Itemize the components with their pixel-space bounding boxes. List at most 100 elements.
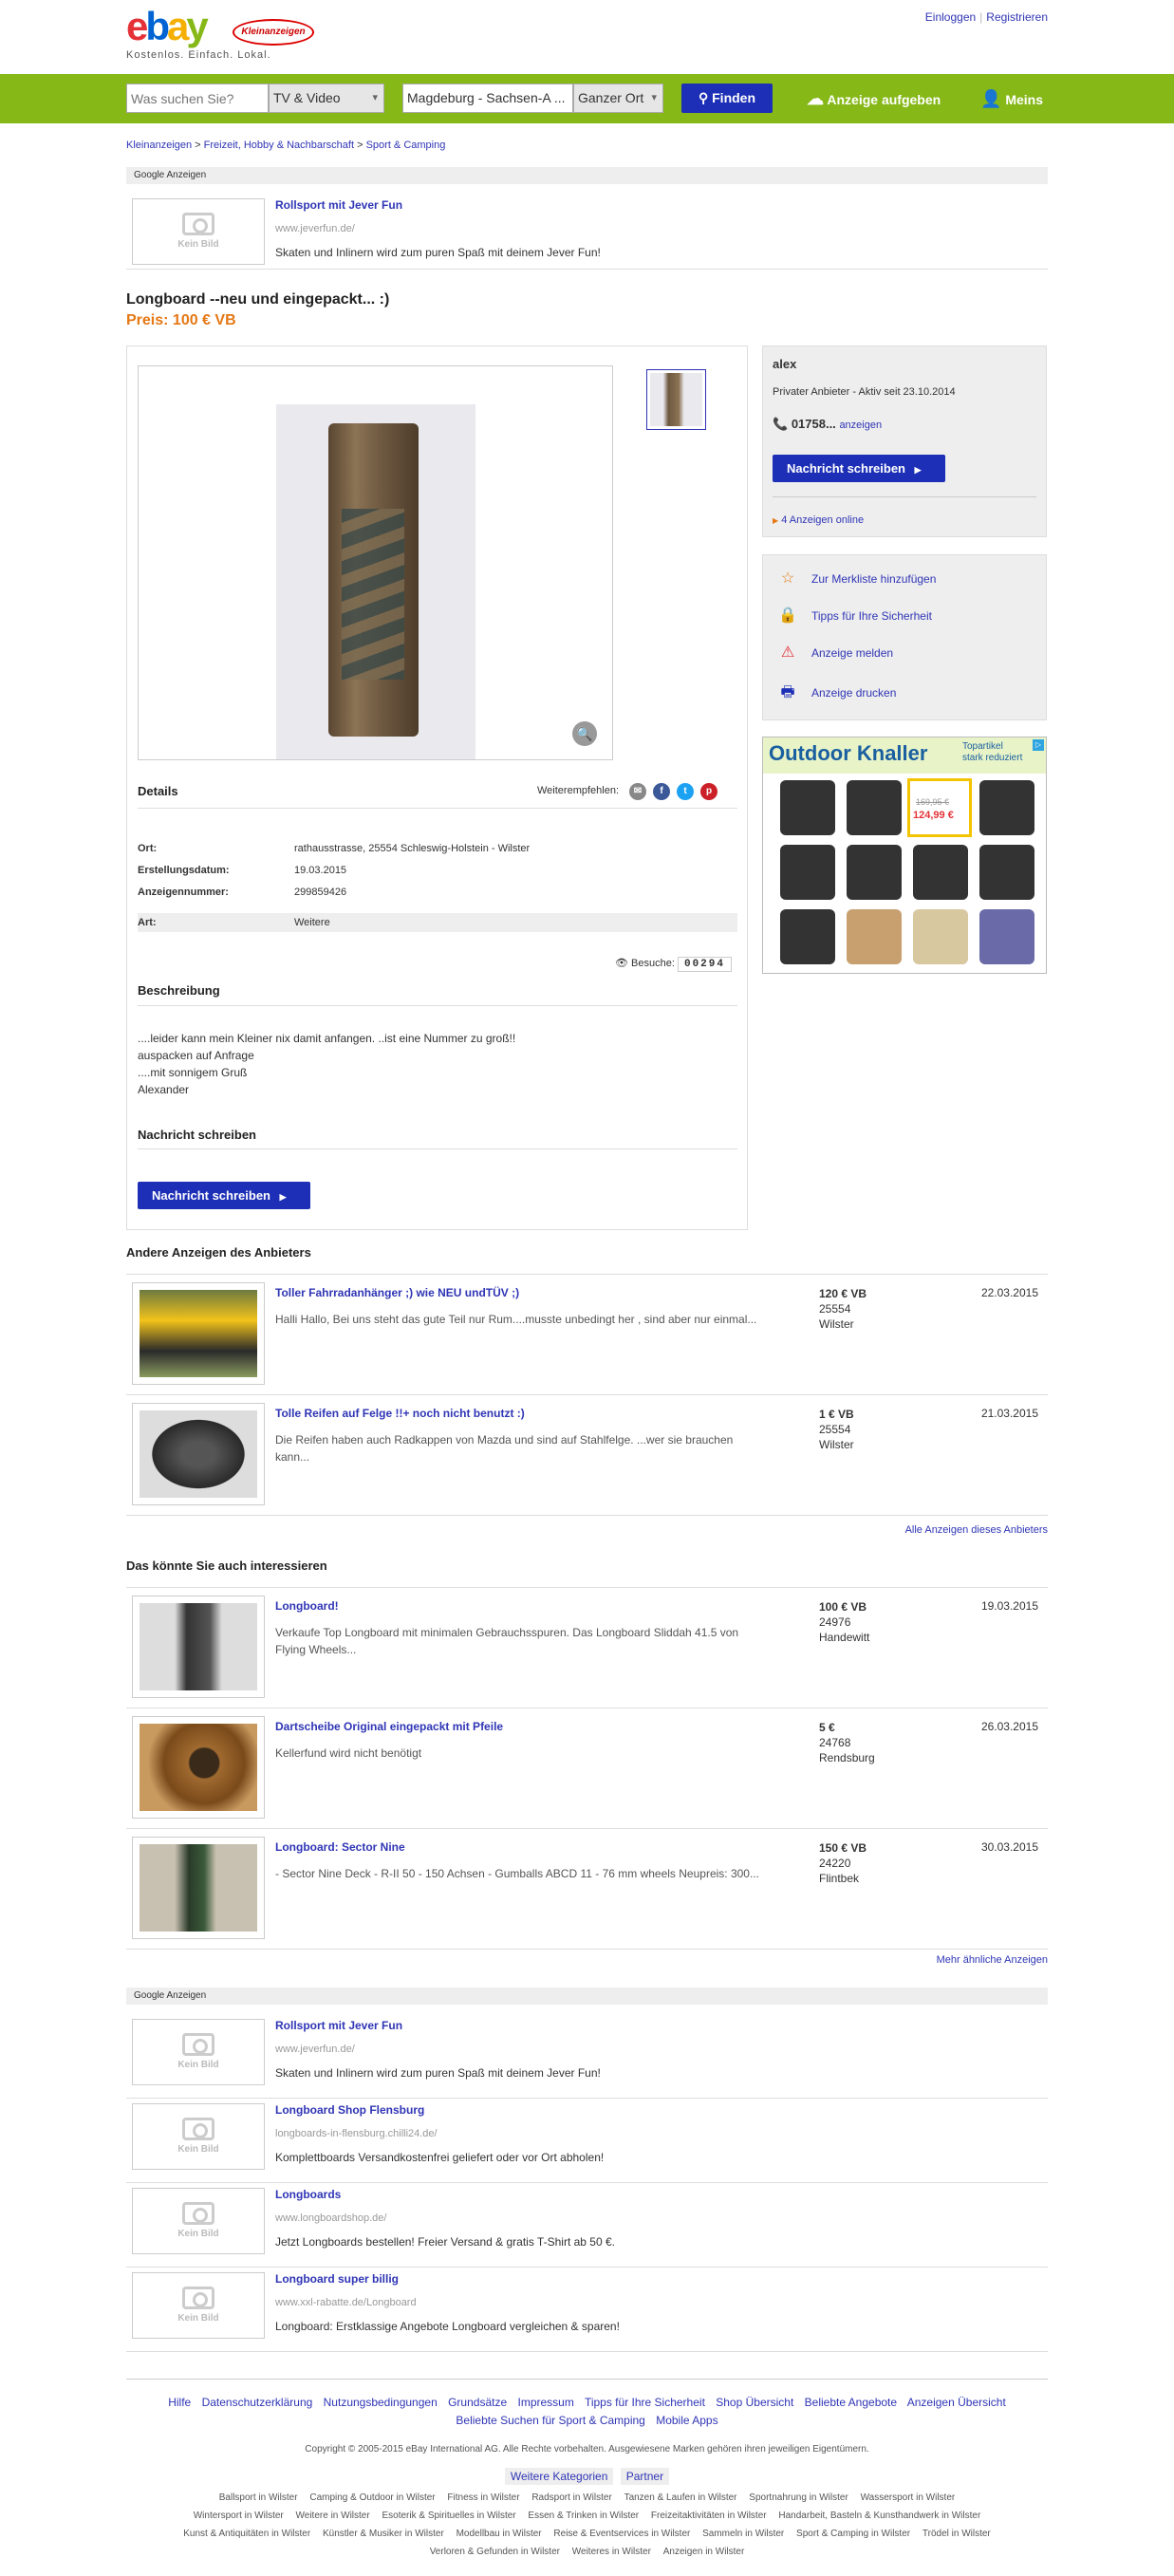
seller-message-button[interactable]: Nachricht schreiben ▶ <box>773 455 945 482</box>
ad-row[interactable]: Kein Bild Longboards www.longboardshop.d… <box>126 2184 1048 2268</box>
footer-link[interactable]: Impressum <box>517 2396 573 2409</box>
category-link[interactable]: Fitness in Wilster <box>447 2492 519 2503</box>
product-image[interactable] <box>979 845 1034 900</box>
breadcrumb-item[interactable]: Kleinanzeigen <box>126 140 192 151</box>
category-link[interactable]: Modellbau in Wilster <box>457 2529 542 2539</box>
print-ad-link[interactable]: 🖶 Anzeige drucken <box>777 681 896 707</box>
list-title[interactable]: Longboard: Sector Nine <box>275 1840 405 1854</box>
breadcrumb-item[interactable]: Freizeit, Hobby & Nachbarschaft <box>204 140 354 151</box>
category-link[interactable]: Verloren & Gefunden in Wilster <box>430 2547 560 2557</box>
radius-select[interactable]: Ganzer Ort <box>573 84 663 113</box>
category-link[interactable]: Wintersport in Wilster <box>194 2511 284 2521</box>
featured-product[interactable]: 169,95 € 124,99 € <box>907 778 972 837</box>
facebook-icon[interactable]: f <box>653 783 670 800</box>
category-link[interactable]: Kunst & Antiquitäten in Wilster <box>183 2529 310 2539</box>
product-image[interactable] <box>913 845 968 900</box>
category-link[interactable]: Trödel in Wilster <box>922 2529 991 2539</box>
category-link[interactable]: Wassersport in Wilster <box>861 2492 956 2503</box>
footer-link[interactable]: Beliebte Angebote <box>805 2396 897 2409</box>
list-item[interactable]: Tolle Reifen auf Felge !!+ noch nicht be… <box>126 1395 1048 1516</box>
category-link[interactable]: Esoterik & Spirituelles in Wilster <box>382 2511 515 2521</box>
ad-title[interactable]: Longboards <box>275 2188 341 2201</box>
watchlist-link[interactable]: ☆ Zur Merkliste hinzufügen <box>777 569 937 588</box>
more-similar-link[interactable]: Mehr ähnliche Anzeigen <box>937 1954 1048 1966</box>
find-button[interactable]: ⚲ Finden <box>681 84 773 113</box>
footer-link[interactable]: Nutzungsbedingungen <box>324 2396 438 2409</box>
all-seller-ads-link[interactable]: Alle Anzeigen dieses Anbieters <box>905 1524 1048 1536</box>
category-link[interactable]: Anzeigen in Wilster <box>663 2547 745 2557</box>
category-link[interactable]: Weitere in Wilster <box>296 2511 370 2521</box>
category-link[interactable]: Handarbeit, Basteln & Kunsthandwerk in W… <box>778 2511 980 2521</box>
category-link[interactable]: Sammeln in Wilster <box>702 2529 784 2539</box>
list-title[interactable]: Tolle Reifen auf Felge !!+ noch nicht be… <box>275 1407 525 1420</box>
footer-link[interactable]: Anzeigen Übersicht <box>907 2396 1006 2409</box>
product-image[interactable] <box>913 909 968 964</box>
report-ad-link[interactable]: ⚠ Anzeige melden <box>777 643 893 662</box>
category-select[interactable]: TV & Video <box>269 84 384 113</box>
product-image[interactable] <box>979 780 1034 835</box>
ad-title[interactable]: Rollsport mit Jever Fun <box>275 198 402 212</box>
email-share-icon[interactable]: ✉ <box>629 783 646 800</box>
adchoices-icon[interactable]: ▷ <box>1033 739 1044 751</box>
footer-link[interactable]: Shop Übersicht <box>716 2396 793 2409</box>
breadcrumb-item[interactable]: Sport & Camping <box>366 140 446 151</box>
location-input[interactable]: Magdeburg - Sachsen-A ... <box>402 84 573 113</box>
ad-row[interactable]: Kein Bild Longboard super billig www.xxl… <box>126 2268 1048 2352</box>
footer-link[interactable]: Mobile Apps <box>656 2414 717 2427</box>
image-gallery[interactable]: 🔍 <box>138 365 613 760</box>
tab-partner[interactable]: Partner <box>620 2468 670 2485</box>
category-link[interactable]: Ballsport in Wilster <box>219 2492 298 2503</box>
login-link[interactable]: Einloggen <box>925 10 976 24</box>
message-button[interactable]: Nachricht schreiben ▶ <box>138 1182 310 1209</box>
thumbnail[interactable] <box>646 369 706 430</box>
ad-row[interactable]: Kein Bild Rollsport mit Jever Fun www.je… <box>126 2015 1048 2099</box>
category-link[interactable]: Freizeitaktivitäten in Wilster <box>651 2511 767 2521</box>
footer-link[interactable]: Datenschutzerklärung <box>202 2396 313 2409</box>
list-item[interactable]: Longboard! Verkaufe Top Longboard mit mi… <box>126 1588 1048 1708</box>
ad-title[interactable]: Longboard super billig <box>275 2272 399 2286</box>
ebay-logo[interactable]: ebay Kleinanzeigen <box>126 7 326 50</box>
list-title[interactable]: Toller Fahrradanhänger ;) wie NEU undTÜV… <box>275 1286 519 1299</box>
product-image[interactable] <box>780 780 835 835</box>
list-item[interactable]: Longboard: Sector Nine - Sector Nine Dec… <box>126 1829 1048 1950</box>
category-link[interactable]: Künstler & Musiker in Wilster <box>323 2529 444 2539</box>
category-link[interactable]: Radsport in Wilster <box>531 2492 611 2503</box>
category-link[interactable]: Sportnahrung in Wilster <box>749 2492 848 2503</box>
ad-title[interactable]: Longboard Shop Flensburg <box>275 2103 424 2117</box>
safety-tips-link[interactable]: 🔒 Tipps für Ihre Sicherheit <box>777 606 932 625</box>
post-ad-button[interactable]: ☁ Anzeige aufgeben <box>807 74 941 123</box>
ad-banner[interactable]: Outdoor Knaller Topartikel stark reduzier… <box>762 737 1047 974</box>
category-link[interactable]: Sport & Camping in Wilster <box>796 2529 910 2539</box>
search-input[interactable] <box>126 84 269 113</box>
ads-online-link[interactable]: ▶ 4 Anzeigen online <box>773 514 864 526</box>
list-title[interactable]: Dartscheibe Original eingepackt mit Pfei… <box>275 1720 503 1733</box>
ad-row[interactable]: Kein Bild Rollsport mit Jever Fun www.je… <box>126 195 1048 270</box>
tab-more-categories[interactable]: Weitere Kategorien <box>504 2468 614 2485</box>
product-image[interactable] <box>780 845 835 900</box>
list-title[interactable]: Longboard! <box>275 1599 339 1613</box>
meins-button[interactable]: 👤 Meins <box>980 74 1043 123</box>
category-link[interactable]: Reise & Eventservices in Wilster <box>553 2529 690 2539</box>
ad-row[interactable]: Kein Bild Longboard Shop Flensburg longb… <box>126 2100 1048 2183</box>
product-image[interactable] <box>847 780 902 835</box>
category-link[interactable]: Weiteres in Wilster <box>572 2547 651 2557</box>
footer-link[interactable]: Tipps für Ihre Sicherheit <box>585 2396 705 2409</box>
show-phone-link[interactable]: anzeigen <box>839 420 882 431</box>
ad-title[interactable]: Rollsport mit Jever Fun <box>275 2019 402 2032</box>
listing-photo[interactable] <box>276 404 475 759</box>
product-image[interactable] <box>847 845 902 900</box>
category-link[interactable]: Tanzen & Laufen in Wilster <box>624 2492 737 2503</box>
category-link[interactable]: Essen & Trinken in Wilster <box>528 2511 639 2521</box>
register-link[interactable]: Registrieren <box>986 10 1048 24</box>
twitter-icon[interactable]: t <box>677 783 694 800</box>
list-item[interactable]: Dartscheibe Original eingepackt mit Pfei… <box>126 1708 1048 1829</box>
product-image[interactable] <box>847 909 902 964</box>
product-image[interactable] <box>979 909 1034 964</box>
zoom-icon[interactable]: 🔍 <box>572 721 597 746</box>
product-image[interactable] <box>780 909 835 964</box>
footer-link[interactable]: Hilfe <box>168 2396 191 2409</box>
list-item[interactable]: Toller Fahrradanhänger ;) wie NEU undTÜV… <box>126 1275 1048 1395</box>
category-link[interactable]: Camping & Outdoor in Wilster <box>309 2492 435 2503</box>
art-value[interactable]: Weitere <box>294 917 330 928</box>
footer-link[interactable]: Beliebte Suchen für Sport & Camping <box>456 2414 644 2427</box>
